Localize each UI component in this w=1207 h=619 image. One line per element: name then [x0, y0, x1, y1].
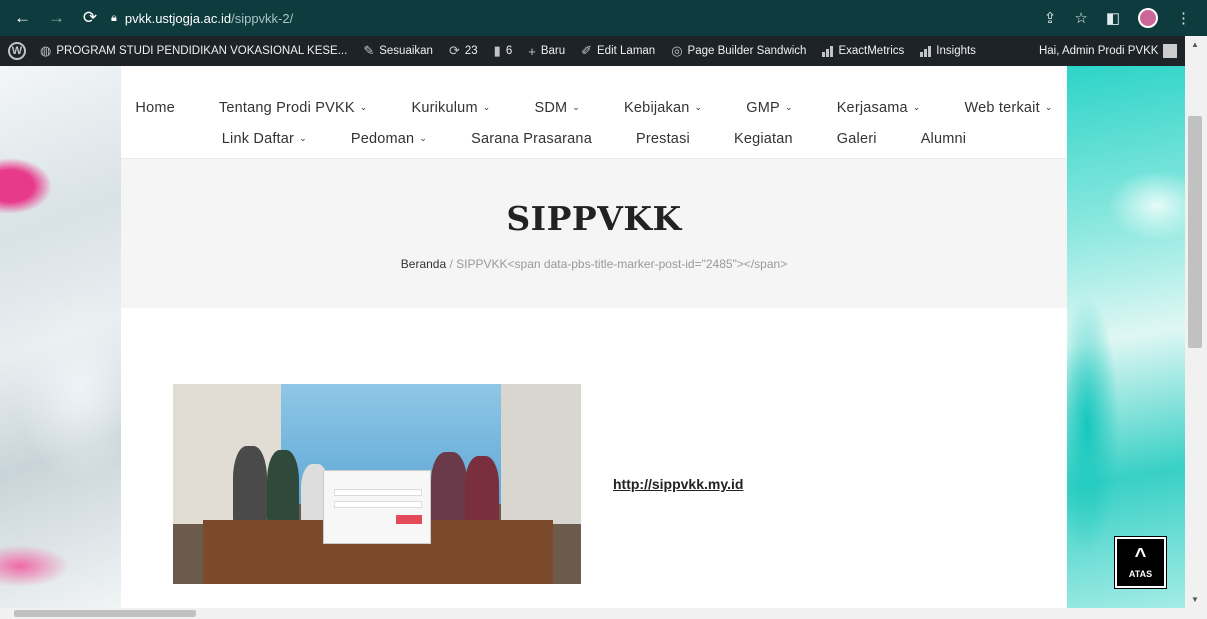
breadcrumb: Beranda / SIPPVKK<span data-pbs-title-ma…	[121, 257, 1067, 271]
url-host: pvkk.ustjogja.ac.id	[124, 10, 232, 26]
exactmetrics-link[interactable]: ExactMetrics	[814, 45, 912, 57]
bar-chart-icon	[920, 45, 932, 57]
share-icon[interactable]: ⇪	[1044, 9, 1057, 27]
address-bar[interactable]: 🔒︎ pvkk.ustjogja.ac.id/sippvkk-2/	[111, 11, 293, 26]
menu-item-tentang-prodi-pvkk[interactable]: Tentang Prodi PVKK ⌄	[197, 100, 390, 116]
horizontal-scrollbar[interactable]	[0, 608, 1207, 619]
sandwich-icon: ◎	[671, 43, 683, 58]
browser-toolbar: ← → ⟳ 🔒︎ pvkk.ustjogja.ac.id/sippvkk-2/ …	[0, 0, 1207, 36]
menu-item-kegiatan[interactable]: Kegiatan	[712, 131, 815, 147]
menu-item-home[interactable]: Home	[121, 100, 197, 116]
plus-icon: +	[528, 43, 536, 59]
breadcrumb-home-link[interactable]: Beranda	[401, 257, 446, 271]
browser-menu-icon[interactable]: ⋮	[1176, 9, 1191, 27]
chevron-up-icon: ^	[1134, 545, 1147, 567]
scrollbar-thumb[interactable]	[1188, 116, 1202, 348]
vertical-scrollbar[interactable]: ▲ ▼	[1185, 36, 1207, 608]
dashboard-icon: ◍	[40, 43, 52, 58]
chevron-down-icon: ⌄	[359, 102, 368, 112]
comments-link[interactable]: ▮ 6	[486, 43, 521, 59]
updates-link[interactable]: ⟳ 23	[441, 43, 486, 59]
page-header: SIPPVKK Beranda / SIPPVKK<span data-pbs-…	[121, 158, 1067, 308]
scroll-up-icon[interactable]: ▲	[1191, 40, 1199, 49]
menu-item-link-daftar[interactable]: Link Daftar ⌄	[200, 131, 329, 147]
chevron-down-icon: ⌄	[482, 102, 491, 112]
menu-item-pedoman[interactable]: Pedoman ⌄	[329, 131, 449, 147]
my-account-link[interactable]: Hai, Admin Prodi PVKK	[1039, 44, 1178, 58]
main-menu-row-2: Link Daftar ⌄ Pedoman ⌄ Sarana Prasarana Pres…	[121, 131, 1067, 147]
bar-chart-icon	[822, 45, 834, 57]
site-name-link[interactable]: ◍ PROGRAM STUDI PENDIDIKAN VOKASIONAL KES…	[32, 43, 355, 59]
breadcrumb-separator: /	[446, 257, 457, 271]
chevron-down-icon: ⌄	[694, 102, 703, 112]
new-content-link[interactable]: + Baru	[520, 44, 573, 59]
main-menu: Home Tentang Prodi PVKK ⌄ Kurikulum ⌄ SDM ⌄ Keb…	[121, 66, 1067, 158]
background-right-decor	[1067, 66, 1185, 608]
menu-item-prestasi[interactable]: Prestasi	[614, 131, 712, 147]
sippvkk-link[interactable]: http://sippvkk.my.id	[613, 476, 743, 492]
bookmark-star-icon[interactable]: ☆	[1074, 9, 1087, 27]
back-icon[interactable]: ←	[14, 8, 31, 28]
chevron-down-icon: ⌄	[1044, 102, 1053, 112]
comment-icon: ▮	[493, 43, 501, 58]
brush-icon: ✎	[363, 43, 375, 58]
reload-icon[interactable]: ⟳	[82, 8, 98, 28]
menu-item-sarana-prasarana[interactable]: Sarana Prasarana	[449, 131, 614, 147]
menu-item-gmp[interactable]: GMP ⌄	[724, 100, 814, 116]
menu-item-kurikulum[interactable]: Kurikulum ⌄	[389, 100, 512, 116]
page-content: Home Tentang Prodi PVKK ⌄ Kurikulum ⌄ SDM ⌄ Keb…	[121, 66, 1067, 608]
chevron-down-icon: ⌄	[784, 102, 793, 112]
edit-page-link[interactable]: ✐ Edit Laman	[573, 43, 663, 59]
wordpress-logo-icon[interactable]: W	[8, 42, 26, 60]
forward-icon[interactable]: →	[48, 8, 65, 28]
back-to-top-button[interactable]: ^ ATAS	[1114, 536, 1167, 589]
scroll-down-icon[interactable]: ▼	[1191, 595, 1199, 604]
chevron-down-icon: ⌄	[299, 133, 307, 143]
horizontal-scrollbar-thumb[interactable]	[14, 610, 196, 617]
insights-link[interactable]: Insights	[912, 45, 984, 57]
lock-icon: 🔒︎	[111, 11, 117, 24]
tab-search-icon[interactable]: ◧	[1106, 9, 1120, 27]
background-left-decor	[0, 66, 121, 608]
breadcrumb-current: SIPPVKK<span data-pbs-title-marker-post-…	[456, 257, 788, 271]
profile-avatar[interactable]	[1138, 8, 1158, 28]
avatar	[1163, 44, 1178, 58]
main-menu-row-1: Home Tentang Prodi PVKK ⌄ Kurikulum ⌄ SDM ⌄ Keb…	[121, 100, 1067, 116]
customize-link[interactable]: ✎ Sesuaikan	[355, 43, 441, 59]
menu-item-kerjasama[interactable]: Kerjasama ⌄	[815, 100, 943, 116]
wp-admin-bar: W ◍ PROGRAM STUDI PENDIDIKAN VOKASIONAL K…	[0, 36, 1207, 66]
page-title: SIPPVKK	[506, 199, 682, 238]
pencil-icon: ✐	[581, 43, 593, 58]
chevron-down-icon: ⌄	[912, 102, 921, 112]
menu-item-web-terkait[interactable]: Web terkait ⌄	[943, 100, 1067, 116]
menu-item-galeri[interactable]: Galeri	[815, 131, 899, 147]
url-path: /sippvkk-2/	[231, 10, 294, 26]
chevron-down-icon: ⌄	[419, 133, 428, 143]
menu-item-kebijakan[interactable]: Kebijakan ⌄	[602, 100, 724, 116]
chevron-down-icon: ⌄	[572, 102, 581, 112]
page-builder-link[interactable]: ◎ Page Builder Sandwich	[663, 43, 814, 59]
menu-item-sdm[interactable]: SDM ⌄	[512, 100, 602, 116]
login-screen-display	[323, 470, 431, 544]
event-photo	[173, 384, 581, 584]
updates-icon: ⟳	[448, 43, 460, 58]
menu-item-alumni[interactable]: Alumni	[899, 131, 989, 147]
